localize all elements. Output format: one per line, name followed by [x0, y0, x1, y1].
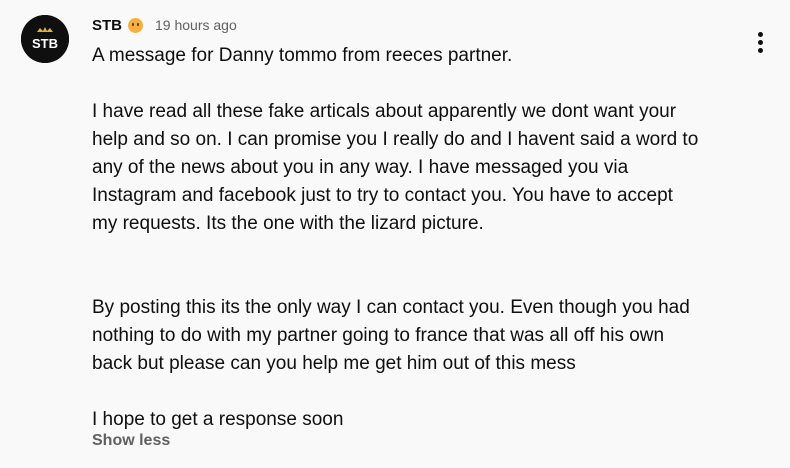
- show-less-button[interactable]: Show less: [92, 432, 170, 450]
- comment-line: help and so on. I can promise you I real…: [92, 129, 699, 150]
- comment-line: I have read all these fake articals abou…: [92, 101, 677, 122]
- comment-paragraph: I hope to get a response soon: [92, 406, 732, 434]
- comment-text: A message for Danny tommo from reeces pa…: [92, 42, 732, 434]
- comment-timestamp[interactable]: 19 hours ago: [155, 17, 237, 33]
- comment-paragraph: By posting this its the only way I can c…: [92, 294, 732, 378]
- comment-header: STB 19 hours ago: [92, 14, 237, 36]
- comment-line: nothing to do with my partner going to f…: [92, 325, 665, 346]
- author-name[interactable]: STB: [92, 17, 122, 34]
- comment-line: any of the news about you in any way. I …: [92, 157, 629, 178]
- comment-line: Instagram and facebook just to try to co…: [92, 185, 673, 206]
- comment-line: back but please can you help me get him …: [92, 353, 576, 374]
- avatar[interactable]: STB: [21, 15, 69, 63]
- smiley-emoji-icon: [128, 17, 143, 33]
- comment-line: I hope to get a response soon: [92, 409, 344, 430]
- comment-line: A message for Danny tommo from reeces pa…: [92, 45, 513, 66]
- svg-text:STB: STB: [32, 36, 58, 51]
- comment-paragraph: I have read all these fake articals abou…: [92, 98, 732, 238]
- more-vert-icon[interactable]: [750, 28, 770, 56]
- comment-line: my requests. Its the one with the lizard…: [92, 213, 484, 234]
- comment-line: By posting this its the only way I can c…: [92, 297, 690, 318]
- comment-paragraph: A message for Danny tommo from reeces pa…: [92, 42, 732, 70]
